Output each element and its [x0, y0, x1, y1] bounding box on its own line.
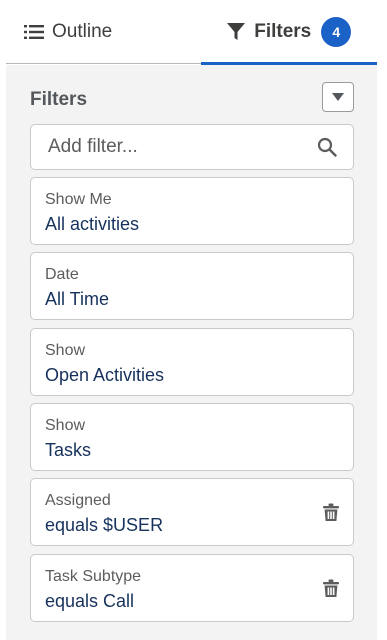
caret-down-icon [331, 92, 345, 102]
filters-panel: Filters Show Me All activities Date All … [6, 65, 377, 640]
add-filter-input[interactable] [31, 136, 301, 158]
filter-label: Show Me [45, 191, 112, 208]
filter-label: Assigned [45, 492, 111, 509]
filter-label: Date [45, 266, 79, 283]
filter-label: Task Subtype [45, 568, 142, 585]
filter-label: Show [45, 342, 86, 359]
tab-filters[interactable]: Filters 4 [200, 0, 378, 65]
filter-value: All activities [45, 214, 140, 234]
tab-filters-label: Filters [254, 20, 312, 42]
filter-value: equals $USER [45, 515, 164, 535]
filter-card-date[interactable]: Date All Time [30, 252, 354, 320]
list-icon [24, 24, 44, 40]
tab-bar: Outline Filters 4 [6, 0, 378, 65]
filter-value: All Time [45, 289, 110, 309]
search-icon[interactable] [317, 137, 337, 157]
filter-value: equals Call [45, 591, 135, 611]
trash-icon[interactable] [323, 579, 339, 598]
trash-icon[interactable] [323, 503, 339, 522]
tab-outline-label: Outline [52, 20, 113, 42]
filter-card-show-status[interactable]: Show Open Activities [30, 328, 354, 396]
tab-outline[interactable]: Outline [6, 0, 201, 63]
filter-card-show-type[interactable]: Show Tasks [30, 403, 354, 471]
collapse-button[interactable] [322, 82, 354, 112]
filter-card-show-me[interactable]: Show Me All activities [30, 177, 354, 245]
filter-value: Open Activities [45, 365, 165, 385]
filter-card-assigned[interactable]: Assigned equals $USER [30, 478, 354, 546]
filter-search-box [30, 124, 354, 170]
panel-title: Filters [30, 89, 88, 110]
funnel-icon [226, 22, 246, 42]
filter-card-task-subtype[interactable]: Task Subtype equals Call [30, 554, 354, 622]
filter-count-badge: 4 [321, 16, 352, 47]
filter-value: Tasks [45, 440, 92, 460]
filter-label: Show [45, 417, 86, 434]
